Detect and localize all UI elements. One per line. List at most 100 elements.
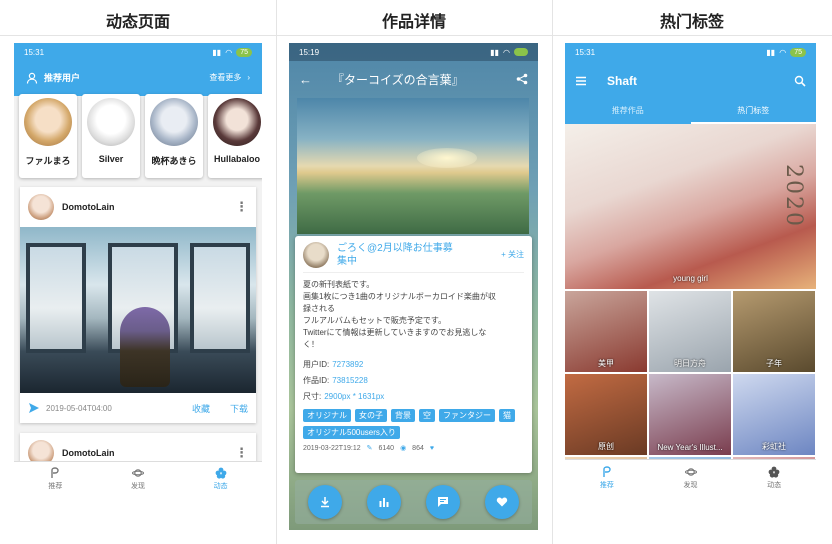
pixiv-icon xyxy=(603,465,611,477)
featured-tag-tile[interactable]: 2020 young girl xyxy=(565,124,816,289)
post-date: 2019-05-04T04:00 xyxy=(46,403,112,413)
user-icon xyxy=(26,72,38,84)
bottom-nav: 推荐 发现 动态 xyxy=(14,461,262,495)
download-button[interactable]: 下载 xyxy=(230,402,248,415)
back-arrow-icon[interactable]: ← xyxy=(299,72,312,87)
description-line: 画集1枚につき1曲のオリジナルボーカロイド楽曲が収 xyxy=(303,292,496,301)
tab-recommended-works[interactable]: 推荐作品 xyxy=(565,101,691,124)
user-card[interactable]: Silver xyxy=(82,94,140,178)
planet-icon xyxy=(132,468,144,477)
status-time: 15:31 xyxy=(24,47,45,57)
tag-chip[interactable]: 女の子 xyxy=(355,409,387,422)
tag-tile[interactable]: 美甲 xyxy=(565,291,647,372)
tag-tile[interactable]: 明日方舟 xyxy=(649,291,731,372)
send-icon[interactable] xyxy=(28,402,40,414)
avatar[interactable] xyxy=(303,242,329,268)
post-image[interactable] xyxy=(20,227,256,393)
tag-label: young girl xyxy=(673,274,708,283)
work-title: 『ターコイズの合言葉』 xyxy=(332,72,464,87)
flower-icon xyxy=(215,467,227,479)
tag-tile[interactable]: 子年 xyxy=(733,291,815,372)
download-button[interactable] xyxy=(307,485,342,519)
planet-icon xyxy=(684,467,697,476)
user-card[interactable]: ファルまろ xyxy=(19,94,77,178)
heart-icon: ♥ xyxy=(429,445,435,452)
avatar xyxy=(150,98,198,146)
search-icon[interactable] xyxy=(794,75,806,87)
user-card[interactable]: 晩杯あきら xyxy=(145,94,203,178)
artwork-image[interactable] xyxy=(297,98,529,234)
user-name: ファルまろ xyxy=(25,156,71,166)
description-line: フルアルバムもセットで販売予定です。 xyxy=(303,316,447,325)
tag-chip[interactable]: 背景 xyxy=(391,409,415,422)
column-title: 热门标签 xyxy=(659,14,724,31)
tag-chip[interactable]: オリジナル500users入り xyxy=(303,426,400,439)
nav-dynamic[interactable]: 动态 xyxy=(179,462,262,495)
meta-label: 用户ID: xyxy=(303,360,330,369)
like-button[interactable] xyxy=(485,485,520,519)
bar-chart-icon xyxy=(379,498,389,507)
nav-discover[interactable]: 发现 xyxy=(97,462,180,495)
nav-discover[interactable]: 发现 xyxy=(649,460,733,495)
see-more-link[interactable]: 查看更多 › xyxy=(209,72,250,83)
collect-button[interactable]: 收藏 xyxy=(192,402,210,415)
nav-dynamic[interactable]: 动态 xyxy=(732,460,816,495)
description-line: 録される xyxy=(303,304,335,313)
signal-icon: ▮▮ xyxy=(766,47,776,57)
status-bar: 15:31 ▮▮ ◠ 75 xyxy=(14,43,262,61)
follow-button[interactable]: + 关注 xyxy=(501,249,524,261)
nav-recommend[interactable]: 推荐 xyxy=(14,462,97,495)
comment-button[interactable] xyxy=(426,485,461,519)
see-more-label: 查看更多 xyxy=(209,73,242,82)
more-vert-icon[interactable]: ⋮ xyxy=(235,199,248,215)
tag-label: 美甲 xyxy=(598,359,614,368)
tag-chip[interactable]: 空 xyxy=(419,409,435,422)
column-title: 作品详情 xyxy=(381,14,446,31)
recommended-users-list: ファルまろ Silver 晩杯あきら Hullabaloo xyxy=(14,94,262,178)
status-bar: 15:19 ▮▮ ◠ xyxy=(289,43,538,61)
post-author[interactable]: DomotoLain xyxy=(62,202,115,212)
signal-icon: ▮▮ xyxy=(490,47,500,57)
ranking-button[interactable] xyxy=(366,485,401,519)
work-meta: 用户ID: 7273892 作品ID: 73815228 尺寸: 2900px * 1… xyxy=(303,357,524,405)
nav-label: 发现 xyxy=(131,482,145,490)
post-author[interactable]: DomotoLain xyxy=(62,448,115,458)
nav-label: 推荐 xyxy=(48,482,63,490)
pixiv-icon xyxy=(51,466,60,478)
tab-hot-tags[interactable]: 热门标签 xyxy=(690,101,816,124)
nav-recommend[interactable]: 推荐 xyxy=(565,460,649,495)
app-title: Shaft xyxy=(607,74,637,88)
signal-icon: ▮▮ xyxy=(212,47,222,57)
author-name[interactable]: ごろく@2月以降お仕事募集中 xyxy=(337,242,457,268)
meta-label: 尺寸: xyxy=(303,392,322,401)
tag-tile[interactable]: 原创 xyxy=(565,374,647,455)
avatar[interactable] xyxy=(28,194,54,220)
user-name: 晩杯あきら xyxy=(151,156,197,166)
avatar xyxy=(87,98,135,146)
status-bar: 15:31 ▮▮ ◠ 75 xyxy=(565,43,816,61)
user-id-value[interactable]: 7273892 xyxy=(332,360,363,369)
tag-tile[interactable]: 彩虹社 xyxy=(733,374,815,455)
tag-tile[interactable]: New Year's Illust... xyxy=(649,374,731,455)
avatar xyxy=(213,98,261,146)
tag-label: 明日方舟 xyxy=(674,359,706,368)
menu-icon[interactable] xyxy=(575,75,587,87)
window-shape xyxy=(26,243,86,353)
figure-shape xyxy=(120,307,170,387)
share-icon[interactable] xyxy=(516,73,528,85)
wifi-icon: ◠ xyxy=(225,47,233,57)
comment-icon xyxy=(438,497,449,507)
meta-label: 作品ID: xyxy=(303,376,330,385)
tag-label: 彩虹社 xyxy=(762,442,786,451)
user-name: Hullabaloo xyxy=(213,154,260,164)
tag-chip[interactable]: ファンタジー xyxy=(439,409,495,422)
view-count: 6140 xyxy=(378,445,395,452)
tag-chip[interactable]: オリジナル xyxy=(303,409,351,422)
work-id-value[interactable]: 73815228 xyxy=(332,376,368,385)
battery-icon xyxy=(514,48,528,56)
more-vert-icon[interactable]: ⋮ xyxy=(235,445,248,461)
work-description: 夏の新刊表紙です。 画集1枚につき1曲のオリジナルボーカロイド楽曲が収 録される… xyxy=(303,279,524,351)
tag-chip[interactable]: 猫 xyxy=(499,409,515,422)
user-card[interactable]: Hullabaloo xyxy=(208,94,262,178)
status-time: 15:31 xyxy=(575,47,596,57)
